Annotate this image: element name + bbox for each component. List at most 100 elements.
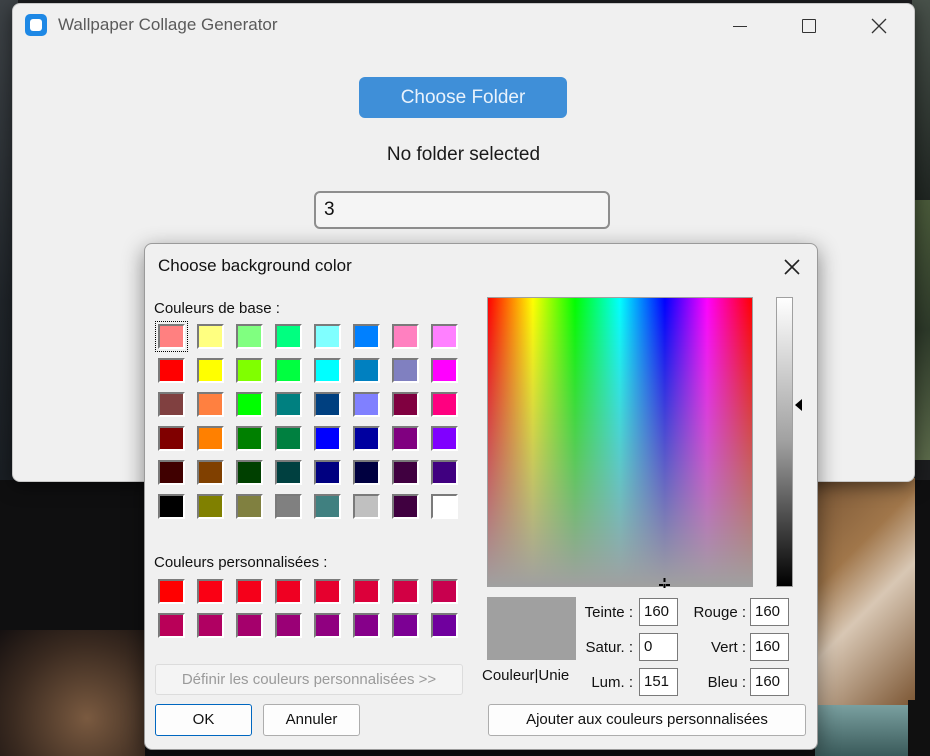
maximize-button[interactable]	[788, 10, 828, 40]
basic-color-swatch[interactable]	[275, 494, 302, 519]
basic-color-swatch[interactable]	[275, 392, 302, 417]
basic-color-swatch[interactable]	[197, 358, 224, 383]
close-button[interactable]	[858, 10, 898, 40]
basic-color-swatch[interactable]	[431, 460, 458, 485]
dialog-close-button[interactable]	[779, 254, 805, 280]
basic-color-swatch[interactable]	[431, 358, 458, 383]
basic-color-swatch[interactable]	[392, 324, 419, 349]
custom-color-swatch[interactable]	[392, 579, 419, 604]
color-spectrum[interactable]	[487, 297, 753, 588]
color-dialog: Choose background color Couleurs de base…	[144, 243, 818, 750]
custom-color-swatch[interactable]	[353, 613, 380, 638]
green-label: Vert :	[710, 639, 746, 656]
custom-color-swatch[interactable]	[197, 613, 224, 638]
basic-color-swatch[interactable]	[236, 460, 263, 485]
basic-color-swatch[interactable]	[197, 392, 224, 417]
basic-color-swatch[interactable]	[197, 426, 224, 451]
image-count-input[interactable]: 3	[314, 191, 610, 229]
basic-color-swatch[interactable]	[392, 392, 419, 417]
close-icon	[784, 259, 800, 275]
basic-color-swatch[interactable]	[158, 392, 185, 417]
custom-color-swatch[interactable]	[236, 613, 263, 638]
basic-color-swatch[interactable]	[314, 460, 341, 485]
title-bar[interactable]: Wallpaper Collage Generator	[13, 4, 914, 46]
basic-color-swatch[interactable]	[275, 460, 302, 485]
basic-color-swatch[interactable]	[236, 494, 263, 519]
basic-color-swatch[interactable]	[155, 321, 188, 352]
color-preview	[487, 597, 576, 660]
choose-folder-button[interactable]: Choose Folder	[359, 77, 567, 118]
minimize-button[interactable]	[719, 10, 759, 40]
basic-color-swatch[interactable]	[158, 426, 185, 451]
basic-color-swatch[interactable]	[353, 460, 380, 485]
cancel-button[interactable]: Annuler	[263, 704, 360, 736]
basic-color-swatch[interactable]	[314, 324, 341, 349]
custom-color-swatch[interactable]	[275, 579, 302, 604]
basic-color-swatch[interactable]	[314, 494, 341, 519]
color-preview-label: Couleur|Unie	[482, 667, 570, 684]
red-label: Rouge :	[693, 604, 746, 621]
basic-color-swatch[interactable]	[353, 358, 380, 383]
basic-color-swatch[interactable]	[236, 426, 263, 451]
basic-color-swatch[interactable]	[392, 460, 419, 485]
saturation-input[interactable]: 0	[639, 633, 678, 661]
custom-color-swatch[interactable]	[353, 579, 380, 604]
luminance-arrow-icon[interactable]	[795, 399, 802, 411]
basic-color-swatch[interactable]	[392, 358, 419, 383]
basic-color-swatch[interactable]	[197, 494, 224, 519]
basic-color-swatch[interactable]	[431, 324, 458, 349]
green-input[interactable]: 160	[750, 633, 789, 661]
add-custom-color-button[interactable]: Ajouter aux couleurs personnalisées	[488, 704, 806, 736]
blue-input[interactable]: 160	[750, 668, 789, 696]
basic-color-swatch[interactable]	[314, 426, 341, 451]
custom-colors-label: Couleurs personnalisées :	[154, 554, 328, 571]
saturation-label: Satur. :	[585, 639, 633, 656]
luminance-input[interactable]: 151	[639, 668, 678, 696]
basic-color-swatch[interactable]	[197, 460, 224, 485]
basic-color-swatch[interactable]	[353, 392, 380, 417]
define-custom-colors-button[interactable]: Définir les couleurs personnalisées >>	[155, 664, 463, 695]
custom-color-swatch[interactable]	[275, 613, 302, 638]
hue-input[interactable]: 160	[639, 598, 678, 626]
custom-color-swatch[interactable]	[392, 613, 419, 638]
basic-color-swatch[interactable]	[236, 392, 263, 417]
basic-color-swatch[interactable]	[431, 426, 458, 451]
luminance-slider[interactable]	[776, 297, 793, 587]
basic-color-swatch[interactable]	[275, 426, 302, 451]
basic-color-swatch[interactable]	[353, 324, 380, 349]
close-icon	[871, 18, 887, 34]
custom-color-swatch[interactable]	[431, 579, 458, 604]
custom-color-swatch[interactable]	[431, 613, 458, 638]
custom-color-swatch[interactable]	[197, 579, 224, 604]
custom-color-swatch[interactable]	[236, 579, 263, 604]
basic-color-swatch[interactable]	[353, 426, 380, 451]
custom-color-swatch[interactable]	[158, 613, 185, 638]
custom-color-swatch[interactable]	[314, 579, 341, 604]
basic-color-swatch[interactable]	[392, 494, 419, 519]
basic-color-swatch[interactable]	[431, 494, 458, 519]
basic-color-swatch[interactable]	[158, 460, 185, 485]
crosshair-icon	[659, 578, 670, 588]
custom-color-swatch[interactable]	[158, 579, 185, 604]
custom-color-swatch[interactable]	[314, 613, 341, 638]
folder-status-label: No folder selected	[386, 144, 541, 165]
window-title: Wallpaper Collage Generator	[58, 15, 278, 34]
ok-button[interactable]: OK	[155, 704, 252, 736]
basic-color-swatch[interactable]	[353, 494, 380, 519]
basic-color-swatch[interactable]	[431, 392, 458, 417]
basic-color-swatch[interactable]	[314, 358, 341, 383]
basic-color-swatch[interactable]	[236, 324, 263, 349]
hue-label: Teinte :	[584, 604, 633, 621]
basic-color-swatch[interactable]	[197, 324, 224, 349]
basic-color-swatch[interactable]	[392, 426, 419, 451]
red-input[interactable]: 160	[750, 598, 789, 626]
basic-color-swatch[interactable]	[275, 324, 302, 349]
desktop-wallpaper-edge	[908, 700, 930, 756]
basic-color-swatch[interactable]	[314, 392, 341, 417]
basic-color-swatch[interactable]	[236, 358, 263, 383]
basic-colors-label: Couleurs de base :	[154, 300, 280, 317]
basic-color-swatch[interactable]	[158, 494, 185, 519]
basic-color-swatch[interactable]	[158, 358, 185, 383]
basic-color-swatch[interactable]	[275, 358, 302, 383]
app-icon	[25, 14, 47, 36]
